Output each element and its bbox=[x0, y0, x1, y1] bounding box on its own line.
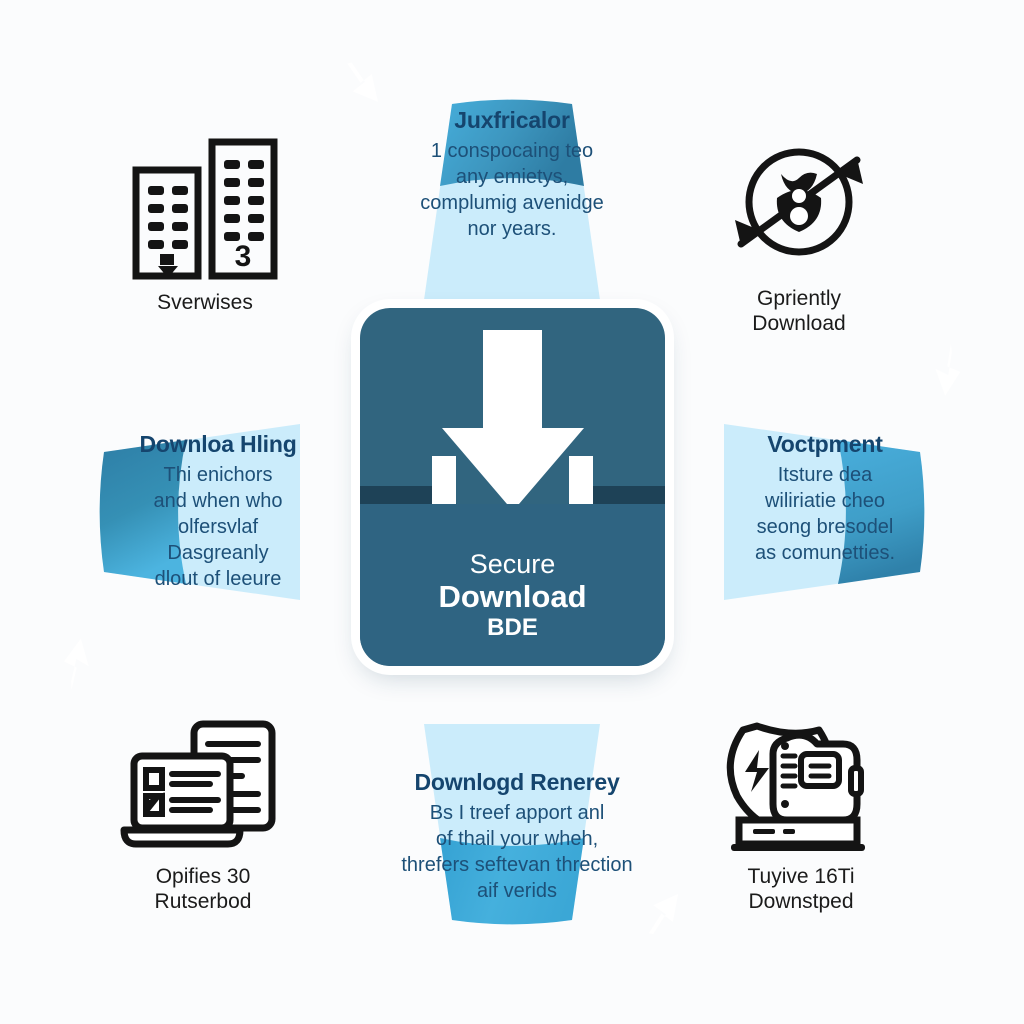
corner-bottom-left-label-line-2: Rutserbod bbox=[154, 890, 252, 914]
wedge-left[interactable] bbox=[56, 424, 300, 693]
corner-top-left-label-line-1: Sverwises bbox=[157, 291, 253, 314]
wedge-left-arc-band bbox=[99, 440, 186, 584]
wedge-top[interactable] bbox=[341, 62, 600, 300]
wedge-top-arc-band bbox=[440, 99, 584, 186]
laptop-document-checklist-icon bbox=[98, 706, 308, 856]
infographic-canvas: Juxfricalor 1 conspocaing teo any emiety… bbox=[0, 0, 1024, 1024]
arrow-up-icon bbox=[648, 893, 679, 935]
corner-bottom-right-label: Tuyive 16Ti Downstped bbox=[696, 864, 906, 914]
center-card-line-2: Download bbox=[438, 578, 587, 614]
corner-bottom-right-label-line-2: Downstped bbox=[748, 890, 854, 914]
corner-item-bottom-left[interactable]: Opifies 30 Rutserbod bbox=[98, 706, 308, 914]
corner-item-bottom-right[interactable]: Tuyive 16Ti Downstped bbox=[696, 706, 906, 914]
center-card-line-3: BDE bbox=[487, 614, 538, 642]
center-card-line-1: Secure bbox=[469, 549, 556, 580]
office-buildings-icon: 3 bbox=[100, 132, 310, 282]
circular-transfer-arrow-icon bbox=[694, 128, 904, 278]
corner-bottom-left-label-line-1: Opifies 30 bbox=[155, 865, 251, 888]
wedge-bottom[interactable] bbox=[424, 724, 686, 935]
corner-top-left-label: Sverwises bbox=[100, 290, 310, 315]
wedge-right[interactable] bbox=[724, 342, 966, 600]
center-card-label: Secure Download BDE bbox=[360, 549, 665, 642]
arrow-down-icon bbox=[935, 343, 961, 396]
center-secure-download-card[interactable]: Secure Download BDE bbox=[360, 308, 665, 666]
corner-top-right-label: Gpriently Download bbox=[694, 286, 904, 336]
wedge-right-arc-band bbox=[838, 440, 925, 584]
corner-top-right-label-line-2: Download bbox=[752, 312, 846, 336]
corner-top-right-label-line-1: Gpriently bbox=[756, 287, 842, 310]
arrow-down-left-icon bbox=[347, 62, 379, 102]
corner-item-top-left[interactable]: 3 Sverwises bbox=[100, 132, 310, 315]
wedge-bottom-arc-band bbox=[440, 838, 584, 925]
corner-bottom-right-label-line-1: Tuyive 16Ti bbox=[747, 865, 855, 888]
corner-item-top-right[interactable]: Gpriently Download bbox=[694, 128, 904, 336]
corner-bottom-left-label: Opifies 30 Rutserbod bbox=[98, 864, 308, 914]
shield-bolt-server-icon bbox=[696, 706, 906, 856]
arrow-up-left-icon bbox=[63, 638, 89, 691]
svg-text:3: 3 bbox=[235, 240, 252, 273]
